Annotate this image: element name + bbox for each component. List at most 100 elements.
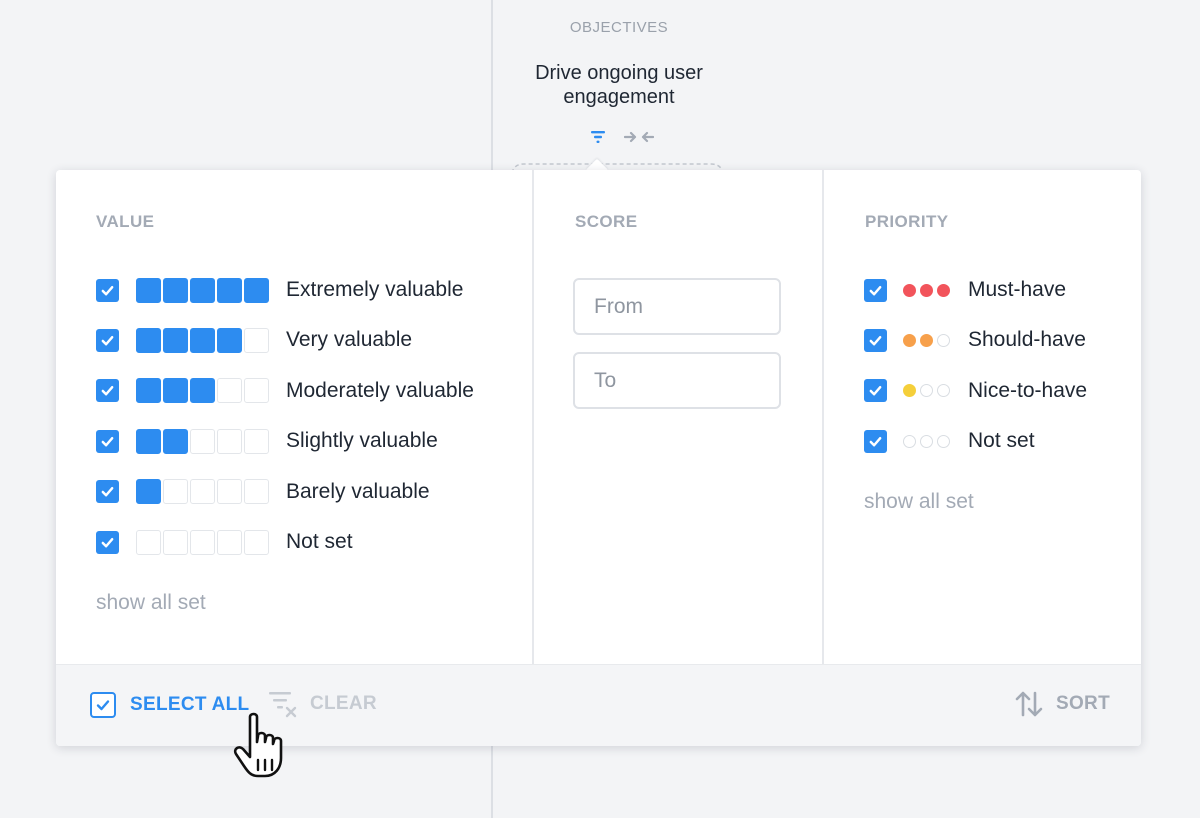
value-level-bar bbox=[190, 479, 215, 505]
value-checkbox[interactable] bbox=[96, 278, 119, 302]
value-level-bar bbox=[217, 428, 242, 454]
priority-level-dots bbox=[903, 283, 950, 297]
priority-level-dot bbox=[903, 283, 916, 297]
value-level-bars bbox=[136, 277, 269, 303]
select-all-button[interactable]: SELECT ALL bbox=[90, 692, 249, 718]
value-option-row[interactable]: Very valuable bbox=[96, 327, 412, 353]
value-level-bar bbox=[163, 428, 188, 454]
value-level-bar bbox=[190, 277, 215, 303]
priority-level-dot bbox=[920, 434, 933, 448]
priority-checkbox[interactable] bbox=[864, 429, 887, 453]
priority-level-dot bbox=[903, 333, 916, 347]
column-separator bbox=[532, 170, 534, 664]
value-checkbox[interactable] bbox=[96, 480, 119, 504]
priority-option-row[interactable]: Should-have bbox=[864, 327, 1086, 353]
priority-level-dots bbox=[903, 384, 950, 398]
value-level-bar bbox=[244, 479, 269, 505]
priority-option-label: Must-have bbox=[968, 278, 1067, 301]
priority-option-row[interactable]: Not set bbox=[864, 428, 1035, 454]
priority-option-label: Not set bbox=[968, 429, 1035, 453]
column-separator bbox=[822, 170, 824, 664]
popover-footer: SELECT ALL CLEAR SORT bbox=[56, 664, 1141, 746]
value-level-bar bbox=[217, 327, 242, 353]
value-option-row[interactable]: Extremely valuable bbox=[96, 277, 463, 303]
value-level-bar bbox=[190, 428, 215, 454]
value-level-bar bbox=[190, 327, 215, 353]
value-level-bars bbox=[136, 327, 269, 353]
priority-checkbox[interactable] bbox=[864, 278, 887, 302]
priority-level-dot bbox=[903, 384, 916, 398]
collapse-arrows-icon[interactable] bbox=[624, 130, 654, 144]
value-level-bar bbox=[244, 378, 269, 404]
value-option-row[interactable]: Slightly valuable bbox=[96, 428, 438, 454]
value-show-all-link[interactable]: show all set bbox=[96, 591, 206, 615]
value-level-bar bbox=[163, 378, 188, 404]
value-checkbox[interactable] bbox=[96, 379, 119, 403]
value-level-bar bbox=[136, 327, 161, 353]
sort-arrows-icon bbox=[1015, 691, 1043, 717]
value-option-label: Extremely valuable bbox=[286, 278, 464, 301]
value-level-bar bbox=[163, 529, 188, 555]
objective-title[interactable]: Drive ongoing user engagement bbox=[509, 61, 729, 109]
score-header: SCORE bbox=[575, 212, 638, 231]
value-level-bars bbox=[136, 529, 269, 555]
value-level-bar bbox=[190, 529, 215, 555]
priority-show-all-link[interactable]: show all set bbox=[864, 490, 974, 514]
priority-checkbox[interactable] bbox=[864, 379, 887, 403]
value-level-bars bbox=[136, 428, 269, 454]
value-option-row[interactable]: Barely valuable bbox=[96, 479, 430, 505]
score-to-input[interactable] bbox=[573, 352, 781, 409]
value-level-bar bbox=[163, 277, 188, 303]
clear-label: CLEAR bbox=[310, 693, 377, 714]
value-checkbox[interactable] bbox=[96, 328, 119, 352]
priority-level-dot bbox=[937, 283, 950, 297]
priority-level-dot bbox=[937, 333, 950, 347]
value-header: VALUE bbox=[96, 212, 155, 231]
value-option-label: Barely valuable bbox=[286, 479, 430, 503]
priority-level-dot bbox=[920, 333, 933, 347]
value-option-label: Very valuable bbox=[286, 328, 413, 352]
value-level-bar bbox=[217, 378, 242, 404]
value-level-bar bbox=[217, 479, 242, 505]
hand-pointer-cursor-icon bbox=[233, 712, 283, 778]
value-level-bars bbox=[136, 479, 269, 505]
sort-label: SORT bbox=[1056, 693, 1110, 714]
value-level-bar bbox=[244, 529, 269, 555]
filter-icon[interactable] bbox=[590, 130, 606, 144]
value-level-bar bbox=[217, 277, 242, 303]
value-option-label: Not set bbox=[286, 530, 353, 553]
value-option-row[interactable]: Moderately valuable bbox=[96, 378, 474, 404]
value-level-bar bbox=[136, 428, 161, 454]
value-option-label: Moderately valuable bbox=[286, 378, 474, 402]
value-level-bar bbox=[136, 277, 161, 303]
value-checkbox[interactable] bbox=[96, 530, 119, 554]
priority-level-dot bbox=[920, 283, 933, 297]
value-level-bar bbox=[244, 327, 269, 353]
value-level-bar bbox=[163, 327, 188, 353]
value-level-bar bbox=[190, 378, 215, 404]
value-level-bar bbox=[217, 529, 242, 555]
value-level-bar bbox=[136, 378, 161, 404]
priority-option-row[interactable]: Nice-to-have bbox=[864, 378, 1087, 404]
checkbox-checked-icon bbox=[90, 692, 116, 718]
priority-checkbox[interactable] bbox=[864, 328, 887, 352]
score-from-input[interactable] bbox=[573, 278, 781, 335]
priority-level-dot bbox=[937, 434, 950, 448]
value-level-bar bbox=[163, 479, 188, 505]
priority-option-label: Nice-to-have bbox=[968, 378, 1088, 402]
priority-option-label: Should-have bbox=[968, 328, 1086, 352]
filter-popover: VALUE Extremely valuable Very valuable Mod… bbox=[56, 170, 1141, 746]
priority-option-row[interactable]: Must-have bbox=[864, 277, 1066, 303]
priority-level-dots bbox=[903, 333, 950, 347]
value-checkbox[interactable] bbox=[96, 429, 119, 453]
priority-level-dots bbox=[903, 434, 950, 448]
sort-button[interactable]: SORT bbox=[1014, 689, 1110, 719]
value-level-bar bbox=[244, 277, 269, 303]
priority-level-dot bbox=[903, 434, 916, 448]
priority-level-dot bbox=[937, 384, 950, 398]
value-option-label: Slightly valuable bbox=[286, 429, 438, 453]
priority-header: PRIORITY bbox=[865, 212, 949, 231]
value-option-row[interactable]: Not set bbox=[96, 529, 353, 555]
column-heading: OBJECTIVES bbox=[569, 19, 669, 36]
value-level-bar bbox=[136, 529, 161, 555]
